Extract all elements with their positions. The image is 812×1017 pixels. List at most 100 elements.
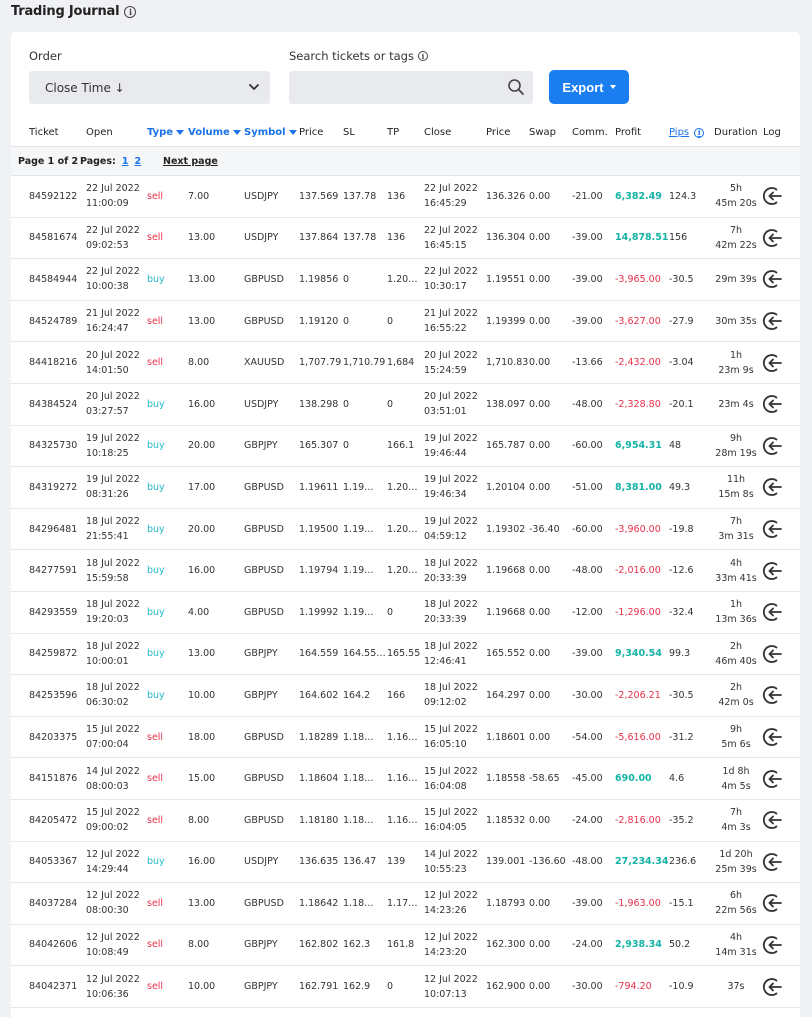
- cell-swap: 0.00: [529, 440, 551, 452]
- log-cell[interactable]: [762, 550, 784, 591]
- table-row[interactable]: 84277591 18 Jul 2022 15:59:58 buy 16.00 GBPUS…: [11, 550, 800, 592]
- table-row[interactable]: 84524789 21 Jul 2022 16:24:47 sell 13.00 GBPU…: [11, 301, 800, 343]
- table-row[interactable]: 84418216 20 Jul 2022 14:01:50 sell 8.00 XAUUS…: [11, 342, 800, 384]
- log-exit-icon[interactable]: [762, 809, 784, 831]
- cell-sl: 1,710.79: [343, 357, 386, 369]
- sort-arrow-icon: [288, 130, 297, 135]
- cell-close_price: 162.300: [486, 939, 526, 951]
- table-row[interactable]: 84296481 18 Jul 2022 21:55:41 buy 20.00 GBPUS…: [11, 509, 800, 551]
- log-exit-icon[interactable]: [762, 934, 784, 956]
- log-exit-icon[interactable]: [762, 560, 784, 582]
- log-exit-icon[interactable]: [762, 768, 784, 790]
- log-exit-icon[interactable]: [762, 892, 784, 914]
- log-cell[interactable]: [762, 301, 784, 342]
- table-row[interactable]: 84037284 12 Jul 2022 08:00:30 sell 13.00 GBPU…: [11, 883, 800, 925]
- log-exit-icon[interactable]: [762, 268, 784, 290]
- log-cell[interactable]: [762, 842, 784, 883]
- log-cell[interactable]: [762, 467, 784, 508]
- page-link-1[interactable]: 1: [122, 156, 129, 167]
- log-cell[interactable]: [762, 966, 784, 1007]
- cell-pips: -12.6: [669, 565, 694, 577]
- col-volume[interactable]: Volume: [188, 127, 241, 138]
- log-exit-icon[interactable]: [762, 851, 784, 873]
- log-exit-icon[interactable]: [762, 684, 784, 706]
- col-symbol[interactable]: Symbol: [244, 127, 297, 138]
- cell-close: 22 Jul 2022 10:30:17: [424, 259, 478, 300]
- cell-close: 15 Jul 2022 16:05:10: [424, 717, 478, 758]
- log-cell[interactable]: [762, 883, 784, 924]
- cell-close_time: 16:45:15: [424, 239, 467, 251]
- cell-comm: -60.00: [572, 440, 603, 452]
- log-cell[interactable]: [762, 509, 784, 550]
- table-row[interactable]: 84203375 15 Jul 2022 07:00:04 sell 18.00 GBPU…: [11, 717, 800, 759]
- cell-swap: 0.00: [529, 232, 551, 244]
- cell-comm: -13.66: [572, 357, 603, 369]
- log-exit-icon[interactable]: [762, 393, 784, 415]
- cell-comm: -30.00: [572, 981, 603, 993]
- table-row[interactable]: 84042371 12 Jul 2022 10:06:36 sell 10.00 GBPJ…: [11, 966, 800, 1008]
- search-icon[interactable]: [507, 78, 525, 96]
- table-row[interactable]: 84384524 20 Jul 2022 03:27:57 buy 16.00 USDJP…: [11, 384, 800, 426]
- log-exit-icon[interactable]: [762, 476, 784, 498]
- search-input[interactable]: [289, 71, 489, 104]
- cell-close: 15 Jul 2022 16:04:08: [424, 758, 478, 799]
- log-cell[interactable]: [762, 717, 784, 758]
- page-link-2[interactable]: 2: [134, 156, 141, 167]
- table-row[interactable]: 84319272 19 Jul 2022 08:31:26 buy 17.00 GBPUS…: [11, 467, 800, 509]
- log-exit-icon[interactable]: [762, 435, 784, 457]
- export-button[interactable]: Export: [549, 70, 629, 104]
- info-icon[interactable]: i: [694, 127, 705, 138]
- log-cell[interactable]: [762, 218, 784, 259]
- log-cell[interactable]: [762, 634, 784, 675]
- log-cell[interactable]: [762, 800, 784, 841]
- order-select[interactable]: Close Time ↓: [29, 71, 270, 104]
- cell-open_time: 08:31:26: [86, 489, 129, 501]
- log-cell[interactable]: [762, 259, 784, 300]
- table-row[interactable]: 84042606 12 Jul 2022 10:08:49 sell 8.00 GBPJP…: [11, 925, 800, 967]
- next-page-link[interactable]: Next page: [163, 156, 218, 167]
- log-exit-icon[interactable]: [762, 976, 784, 998]
- col-type[interactable]: Type: [147, 127, 185, 138]
- log-cell[interactable]: [762, 342, 784, 383]
- cell-pips: 49.3: [669, 481, 691, 493]
- log-cell[interactable]: [762, 592, 784, 633]
- cell-close_time: 03:51:01: [424, 406, 467, 418]
- log-cell[interactable]: [762, 925, 784, 966]
- log-exit-icon[interactable]: [762, 643, 784, 665]
- col-pips[interactable]: Pips i: [669, 127, 705, 138]
- info-icon[interactable]: i: [124, 5, 137, 18]
- log-exit-icon[interactable]: [762, 185, 784, 207]
- table-row[interactable]: 84581674 22 Jul 2022 09:02:53 sell 13.00 USDJ…: [11, 218, 800, 260]
- table-row[interactable]: 84259872 18 Jul 2022 10:00:01 buy 13.00 GBPJP…: [11, 634, 800, 676]
- log-cell[interactable]: [762, 426, 784, 467]
- cell-open_date: 19 Jul 2022: [86, 474, 140, 486]
- table-row[interactable]: 84151876 14 Jul 2022 08:00:03 sell 15.00 GBPU…: [11, 758, 800, 800]
- table-row[interactable]: 84584944 22 Jul 2022 10:00:38 buy 13.00 GBPUS…: [11, 259, 800, 301]
- search-field[interactable]: [289, 71, 533, 104]
- log-exit-icon[interactable]: [762, 310, 784, 332]
- cell-dur1: 6h: [729, 890, 743, 902]
- log-exit-icon[interactable]: [762, 227, 784, 249]
- cell-close_time: 10:07:13: [424, 988, 467, 1000]
- log-cell[interactable]: [762, 176, 784, 217]
- cell-ticket: 84592122: [29, 190, 78, 202]
- log-exit-icon[interactable]: [762, 352, 784, 374]
- table-row[interactable]: 84325730 19 Jul 2022 10:18:25 buy 20.00 GBPJP…: [11, 426, 800, 468]
- cell-ticket: 84296481: [29, 523, 78, 535]
- table-row[interactable]: 84592122 22 Jul 2022 11:00:09 sell 7.00 USDJP…: [11, 176, 800, 218]
- cell-open: 14 Jul 2022 08:00:03: [86, 758, 140, 799]
- table-row[interactable]: 84053367 12 Jul 2022 14:29:44 buy 16.00 USDJP…: [11, 842, 800, 884]
- log-exit-icon[interactable]: [762, 601, 784, 623]
- info-icon[interactable]: i: [417, 51, 428, 61]
- log-cell[interactable]: [762, 675, 784, 716]
- table-row[interactable]: 84253596 18 Jul 2022 06:30:02 buy 10.00 GBPJP…: [11, 675, 800, 717]
- table-row[interactable]: 84205472 15 Jul 2022 09:00:02 sell 8.00 GBPUS…: [11, 800, 800, 842]
- log-exit-icon[interactable]: [762, 518, 784, 540]
- cell-volume: 8.00: [188, 357, 210, 369]
- cell-open_date: 18 Jul 2022: [86, 640, 140, 652]
- log-cell[interactable]: [762, 758, 784, 799]
- log-cell[interactable]: [762, 384, 784, 425]
- log-exit-icon[interactable]: [762, 726, 784, 748]
- cell-type: buy: [147, 273, 165, 285]
- table-row[interactable]: 84293559 18 Jul 2022 19:20:03 buy 4.00 GBPUSD…: [11, 592, 800, 634]
